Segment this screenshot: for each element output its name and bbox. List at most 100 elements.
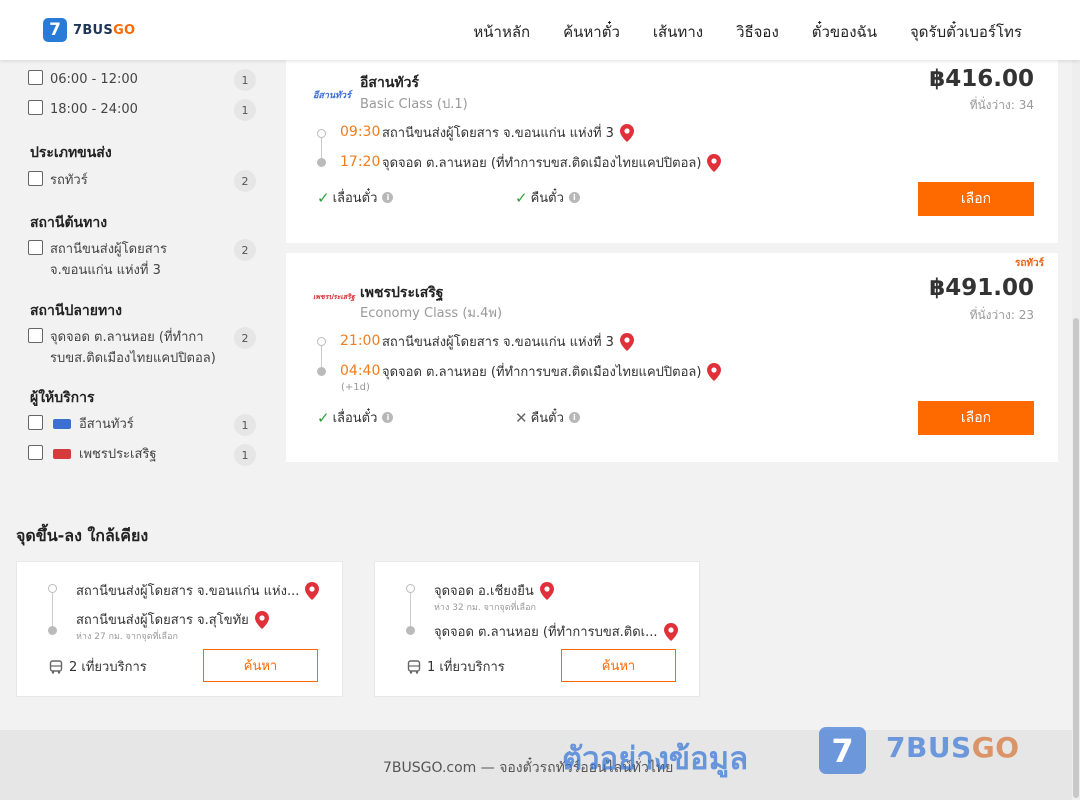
bus-class: Basic Class (ป.1) [360,97,468,112]
filter-count-badge: 2 [234,327,256,349]
filter-origin-station[interactable]: สถานีขนส่งผู้โดยสาร จ.ขอนแก่น แห่งที่ 3 … [28,239,256,281]
check-icon: ✓ [515,188,528,207]
cross-icon: ✕ [515,408,528,427]
operator-name: อีสานทัวร์ [360,75,419,91]
trip-price: ฿491.00 [929,275,1034,301]
from-dot [48,584,57,593]
policy-label: เลื่อนตั๋ว [332,191,378,206]
filter-label: สถานีขนส่งผู้โดยสาร จ.ขอนแก่น แห่งที่ 3 [50,242,167,278]
bus-icon [407,659,421,674]
trip-count-label: 1 เที่ยวบริการ [427,660,505,675]
filter-time-morning[interactable]: 06:00 - 12:00 1 [28,69,256,91]
next-day-note: (+1d) [341,382,370,393]
map-pin-icon[interactable] [707,153,722,172]
filter-count-badge: 1 [234,444,256,466]
to-dot [406,626,415,635]
seats-available: ที่นั่งว่าง: 23 [969,308,1034,322]
seats-available: ที่นั่งว่าง: 34 [969,98,1034,112]
route-line [410,590,411,627]
departure-time: 09:30 [340,124,381,140]
select-trip-button[interactable]: เลือก [918,182,1034,216]
trip-count: 2 เที่ยวบริการ [49,656,147,677]
map-pin-icon[interactable] [539,581,554,600]
arrival-station: จุดจอด ต.ลานหอย (ที่ทำการบขส.ติดเมืองไทย… [382,152,722,173]
to-dot [48,626,57,635]
filter-label: จุดจอด ต.ลานหอย (ที่ทำการบขส.ติดเมืองไทย… [50,330,216,366]
filter-label: เพชรประเสริฐ [79,447,157,462]
checkbox[interactable] [28,415,43,430]
change-policy: ✓ เลื่อนตั๋ว i [317,407,394,428]
trip-card: รถทัวร์ เพชรประเสริฐ เพชรประเสริฐ Econom… [286,253,1058,462]
checkbox[interactable] [28,171,43,186]
filter-count-badge: 2 [234,170,256,192]
from-dot [406,584,415,593]
map-pin-icon[interactable] [305,581,320,600]
info-icon[interactable]: i [568,412,580,423]
check-icon: ✓ [317,188,330,207]
nav-ticket-points[interactable]: จุดรับตั๋วเบอร์โทร [910,20,1022,44]
distance-note: ห่าง 32 กม. จากจุดที่เลือก [434,603,536,613]
filter-operator-isan[interactable]: อีสานทัวร์ 1 [28,414,256,436]
nearby-from-station: สถานีขนส่งผู้โดยสาร จ.ขอนแก่น แห่ง... [76,580,320,601]
info-icon[interactable]: i [382,192,394,203]
checkbox[interactable] [28,100,43,115]
policy-label: คืนตั๋ว [530,191,564,206]
distance-note: ห่าง 27 กม. จากจุดที่เลือก [76,632,178,642]
check-icon: ✓ [317,408,330,427]
map-pin-icon[interactable] [707,362,722,381]
nearby-search-button[interactable]: ค้นหา [203,649,318,682]
filter-count-badge: 1 [234,99,256,121]
nearby-title: จุดขึ้น-ลง ใกล้เคียง [16,526,149,545]
filter-time-night[interactable]: 18:00 - 24:00 1 [28,99,256,121]
info-icon[interactable]: i [382,412,394,423]
filter-operator-phet[interactable]: เพชรประเสริฐ 1 [28,444,256,466]
checkbox[interactable] [28,70,43,85]
operator-logo: อีสานทัวร์ [313,91,351,101]
checkbox[interactable] [28,240,43,255]
scrollbar-thumb[interactable] [1073,318,1079,798]
map-pin-icon[interactable] [663,622,678,641]
departure-station: สถานีขนส่งผู้โดยสาร จ.ขอนแก่น แห่งที่ 3 [382,331,634,352]
map-pin-icon[interactable] [619,123,634,142]
checkbox[interactable] [28,328,43,343]
nav-my-tickets[interactable]: ตั๋วของฉัน [812,20,877,44]
filter-transport-bus[interactable]: รถทัวร์ 2 [28,170,256,192]
operator-logo: เพชรประเสริฐ [313,293,355,301]
site-logo[interactable]: 7 7BUSGO [43,18,135,42]
refund-policy: ✕ คืนตั๋ว i [515,407,580,428]
route-line [52,590,53,627]
map-pin-icon[interactable] [254,610,269,629]
arrival-dot [317,158,326,167]
nearby-to-station: สถานีขนส่งผู้โดยสาร จ.สุโขทัย [76,609,269,630]
departure-dot [317,337,326,346]
station-name: สถานีขนส่งผู้โดยสาร จ.ขอนแก่น แห่งที่ 3 [382,126,614,141]
map-pin-icon[interactable] [619,332,634,351]
bus-class: Economy Class (ม.4พ) [360,306,503,321]
nearby-search-button[interactable]: ค้นหา [561,649,676,682]
filter-label: รถทัวร์ [50,173,88,188]
nearby-to-station: จุดจอด ต.ลานหอย (ที่ทำการบขส.ติดเ... [434,621,678,642]
refund-policy: ✓ คืนตั๋ว i [515,187,580,208]
nav-how-to-book[interactable]: วิธีจอง [736,20,779,44]
station-name: จุดจอด ต.ลานหอย (ที่ทำการบขส.ติดเมืองไทย… [382,156,702,171]
filter-count-badge: 1 [234,414,256,436]
checkbox[interactable] [28,445,43,460]
select-trip-button[interactable]: เลือก [918,401,1034,435]
nav-routes[interactable]: เส้นทาง [653,20,703,44]
station-name: สถานีขนส่งผู้โดยสาร จ.ขอนแก่น แห่ง... [76,584,300,599]
nearby-card: จุดจอด อ.เชียงยืน ห่าง 32 กม. จากจุดที่เ… [374,561,700,697]
nav-home[interactable]: หน้าหลัก [473,20,530,44]
filter-label: อีสานทัวร์ [79,417,134,432]
filter-destination-station[interactable]: จุดจอด ต.ลานหอย (ที่ทำการบขส.ติดเมืองไทย… [28,327,256,369]
arrival-time: 17:20 [340,154,381,170]
station-name: จุดจอด ต.ลานหอย (ที่ทำการบขส.ติดเ... [434,625,658,640]
filter-title-destination: สถานีปลายทาง [30,303,122,319]
departure-time: 21:00 [340,333,381,349]
policy-label: คืนตั๋ว [530,411,564,426]
nav-search-ticket[interactable]: ค้นหาตั๋ว [563,20,620,44]
bus-icon [49,659,63,674]
info-icon[interactable]: i [568,192,580,203]
trip-card: อีสานทัวร์ อีสานทัวร์ Basic Class (ป.1) … [286,60,1058,243]
trip-price: ฿416.00 [929,66,1034,92]
isan-tour-logo-icon [53,419,71,429]
